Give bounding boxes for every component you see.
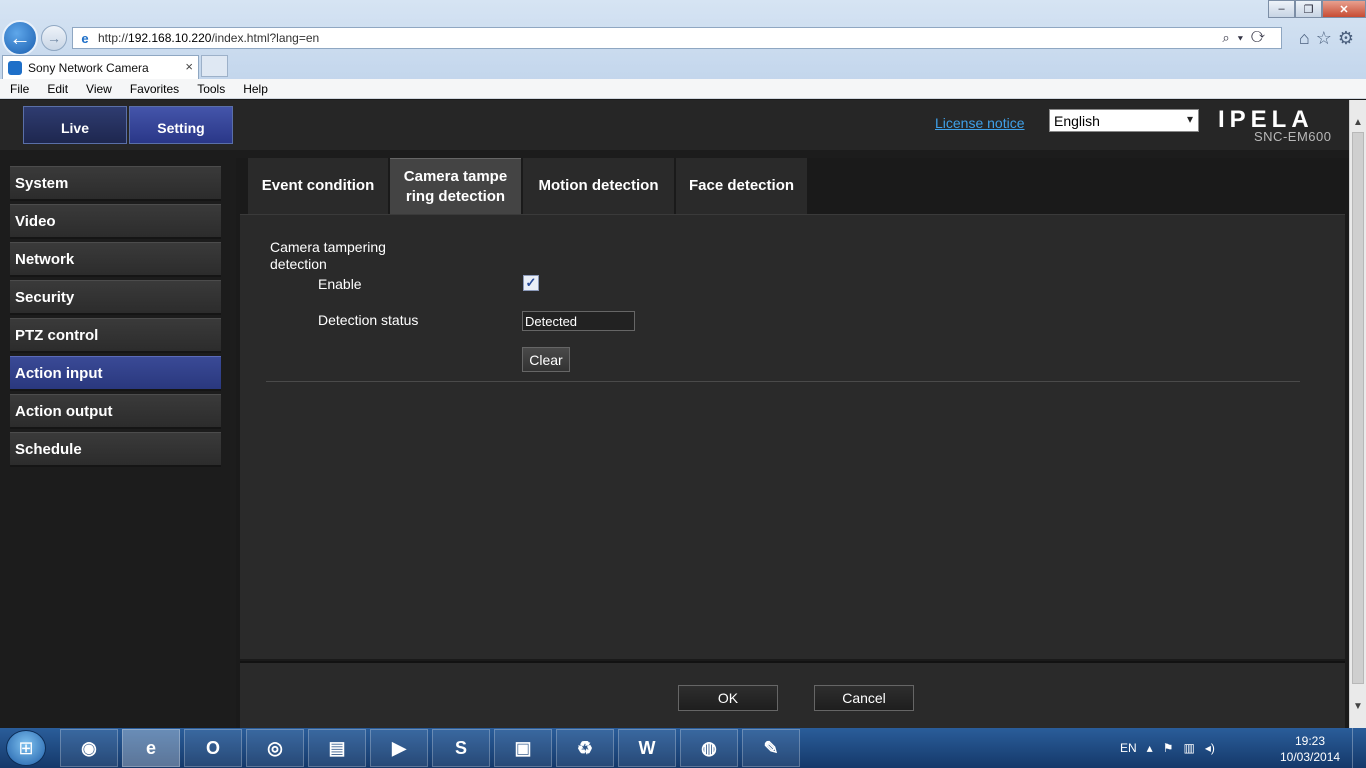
content-tabs: Event condition Camera tampe ring detect… — [248, 158, 809, 216]
outlook-icon[interactable]: O — [184, 729, 242, 767]
section-title: Camera tampering detection — [270, 239, 386, 272]
address-tools[interactable]: ⌕▾⟳ — [1222, 30, 1273, 46]
divider — [266, 381, 1300, 382]
browser-chrome: – ❐ ✕ ← → e http://192.168.10.220/index.… — [0, 0, 1366, 80]
language-select[interactable]: English ▾ — [1049, 109, 1199, 132]
tab-event-condition[interactable]: Event condition — [248, 158, 388, 214]
start-button[interactable]: ⊞ — [6, 730, 46, 766]
detection-status-label: Detection status — [318, 312, 419, 328]
tab-close-icon[interactable]: × — [185, 59, 193, 74]
sidebar-item-video[interactable]: Video — [10, 204, 221, 239]
tab-title: Sony Network Camera — [28, 60, 149, 75]
favicon-icon — [8, 60, 22, 75]
camera-app-icon[interactable]: ◍ — [680, 729, 738, 767]
action-center-icon[interactable]: ⚑ — [1163, 741, 1174, 755]
skype-icon[interactable]: S — [432, 729, 490, 767]
menu-bar: File Edit View Favorites Tools Help — [0, 79, 1366, 99]
volume-icon[interactable]: ◂) — [1205, 741, 1215, 755]
word-icon[interactable]: W — [618, 729, 676, 767]
settings-panel: Camera tampering detection Enable ✓ Dete… — [240, 214, 1345, 659]
menu-view[interactable]: View — [76, 82, 120, 96]
settings-sidebar: System Video Network Security PTZ contro… — [0, 158, 233, 728]
clock-date: 10/03/2014 — [1280, 750, 1341, 764]
detection-status-field: Detected — [522, 311, 635, 331]
tray-expand-icon[interactable]: ▴ — [1147, 741, 1153, 755]
checkmark-icon: ✓ — [525, 275, 537, 290]
recycle-icon[interactable]: ♻ — [556, 729, 614, 767]
forward-button[interactable]: → — [41, 25, 67, 51]
media-icon[interactable]: ▶ — [370, 729, 428, 767]
page-scrollbar[interactable]: ▲ ▼ — [1349, 100, 1366, 728]
menu-help[interactable]: Help — [233, 82, 276, 96]
maximize-button[interactable]: ❐ — [1295, 0, 1322, 18]
scroll-down-icon[interactable]: ▼ — [1350, 698, 1366, 714]
cancel-button[interactable]: Cancel — [814, 685, 914, 711]
enable-checkbox[interactable]: ✓ — [523, 275, 539, 291]
tab-face-detection[interactable]: Face detection — [676, 158, 807, 214]
page-icon: e — [81, 30, 89, 46]
chevron-down-icon: ▾ — [1186, 112, 1193, 126]
language-indicator[interactable]: EN — [1120, 741, 1137, 755]
scroll-thumb[interactable] — [1352, 132, 1364, 684]
menu-favorites[interactable]: Favorites — [120, 82, 187, 96]
sidebar-item-action-output[interactable]: Action output — [10, 394, 221, 429]
address-bar[interactable]: e http://192.168.10.220/index.html?lang=… — [72, 27, 1282, 49]
tab-motion-detection[interactable]: Motion detection — [523, 158, 674, 214]
url-text: http://192.168.10.220/index.html?lang=en — [98, 31, 320, 45]
clear-button[interactable]: Clear — [522, 347, 570, 372]
enable-label: Enable — [318, 276, 362, 292]
show-desktop-button[interactable] — [1352, 728, 1366, 768]
clock[interactable]: 19:23 10/03/2014 — [1280, 733, 1340, 765]
ie-icon[interactable]: e — [122, 729, 180, 767]
action-bar: OK Cancel — [240, 661, 1345, 728]
window-controls: – ❐ ✕ — [1268, 0, 1366, 18]
settings-content: Event condition Camera tampe ring detect… — [236, 158, 1349, 728]
chrome-icon[interactable]: ◎ — [246, 729, 304, 767]
system-tray: EN ▴ ⚑ ▥ ◂) — [1120, 728, 1225, 768]
network-icon[interactable]: ▥ — [1183, 741, 1194, 755]
taskbar: ⊞ ◉ e O ◎ ▤ ▶ S ▣ ♻ W ◍ ✎ EN ▴ ⚑ ▥ ◂) 19… — [0, 728, 1366, 768]
tab-setting[interactable]: Setting — [129, 106, 233, 144]
sidebar-item-network[interactable]: Network — [10, 242, 221, 277]
clock-time: 19:23 — [1294, 734, 1326, 748]
explorer-icon[interactable]: ▤ — [308, 729, 366, 767]
new-tab-button[interactable] — [201, 55, 228, 77]
sidebar-item-schedule[interactable]: Schedule — [10, 432, 221, 467]
paint-icon[interactable]: ✎ — [742, 729, 800, 767]
language-value: English — [1054, 112, 1100, 129]
menu-file[interactable]: File — [0, 82, 37, 96]
browser-toolbar-icons[interactable]: ⌂☆⚙ — [1299, 28, 1360, 49]
close-window-button[interactable]: ✕ — [1322, 0, 1366, 18]
browser-tab[interactable]: Sony Network Camera × — [2, 55, 199, 79]
sidebar-item-system[interactable]: System — [10, 166, 221, 201]
sidebar-item-security[interactable]: Security — [10, 280, 221, 315]
camera-web-page: Live Setting License notice English ▾ IP… — [0, 100, 1349, 728]
page-header: Live Setting License notice English ▾ IP… — [0, 100, 1349, 150]
license-notice-link[interactable]: License notice — [935, 115, 1025, 131]
monitor-icon[interactable]: ▣ — [494, 729, 552, 767]
model-name: SNC-EM600 — [1254, 129, 1332, 144]
scroll-up-icon[interactable]: ▲ — [1350, 114, 1366, 130]
tab-camera-tampering-detection[interactable]: Camera tampe ring detection — [390, 158, 521, 214]
menu-tools[interactable]: Tools — [187, 82, 233, 96]
back-button[interactable]: ← — [2, 20, 38, 56]
tab-live[interactable]: Live — [23, 106, 127, 144]
sidebar-item-ptz-control[interactable]: PTZ control — [10, 318, 221, 353]
menu-edit[interactable]: Edit — [37, 82, 76, 96]
sidebar-item-action-input[interactable]: Action input — [10, 356, 221, 391]
ok-button[interactable]: OK — [678, 685, 778, 711]
firefox-icon[interactable]: ◉ — [60, 729, 118, 767]
minimize-button[interactable]: – — [1268, 0, 1295, 18]
